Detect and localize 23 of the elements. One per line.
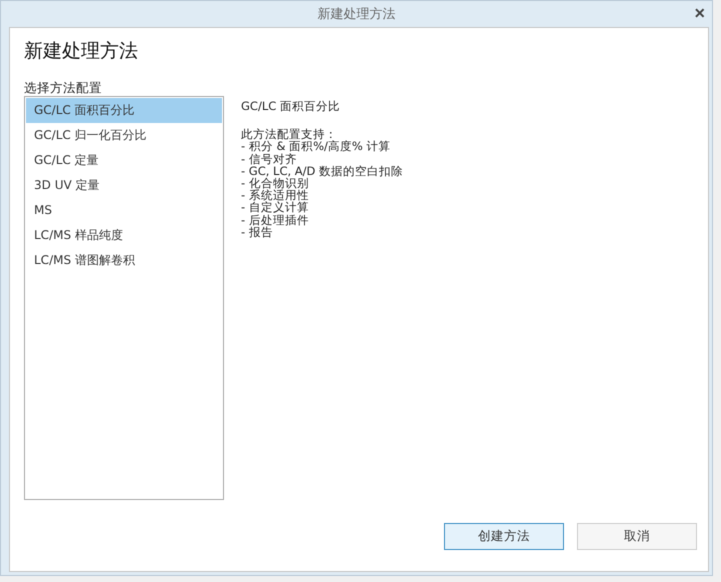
feature-text: - 化合物识别 (241, 177, 309, 190)
list-item[interactable]: MS (26, 198, 222, 223)
details-intro: 此方法配置支持： (241, 128, 337, 140)
feature-text: - 后处理插件 (241, 214, 310, 226)
create-button[interactable]: 创建方法 (444, 523, 564, 550)
feature-text: - 信号对齐 (241, 152, 298, 165)
details-title: GC/LC 面积百分比 (241, 100, 341, 112)
dialog-heading: 新建处理方法 (24, 39, 139, 64)
list-item[interactable]: GC/LC 定量 (26, 148, 222, 173)
window-title: 新建处理方法 (318, 6, 396, 22)
feature-text: - GC, LC, A/D 数据的空白扣除 (241, 164, 404, 178)
list-item[interactable]: LC/MS 样品纯度 (26, 223, 222, 248)
feature-text: - 系统适用性 (241, 189, 310, 202)
feature-text: - 自定义计算 (241, 201, 310, 214)
list-item[interactable]: LC/MS 谱图解卷积 (26, 248, 222, 273)
feature-text: - 积分 & 面积%/高度% 计算 (241, 140, 392, 153)
list-item[interactable]: GC/LC 归一化百分比 (26, 123, 222, 148)
list-label: 选择方法配置 (24, 80, 103, 96)
list-item[interactable]: GC/LC 面积百分比 (26, 98, 222, 123)
list-item[interactable]: 3D UV 定量 (26, 173, 222, 198)
close-button[interactable]: × (691, 4, 708, 22)
cancel-button[interactable]: 取消 (577, 523, 697, 550)
feature-text: - 报告 (241, 226, 273, 238)
